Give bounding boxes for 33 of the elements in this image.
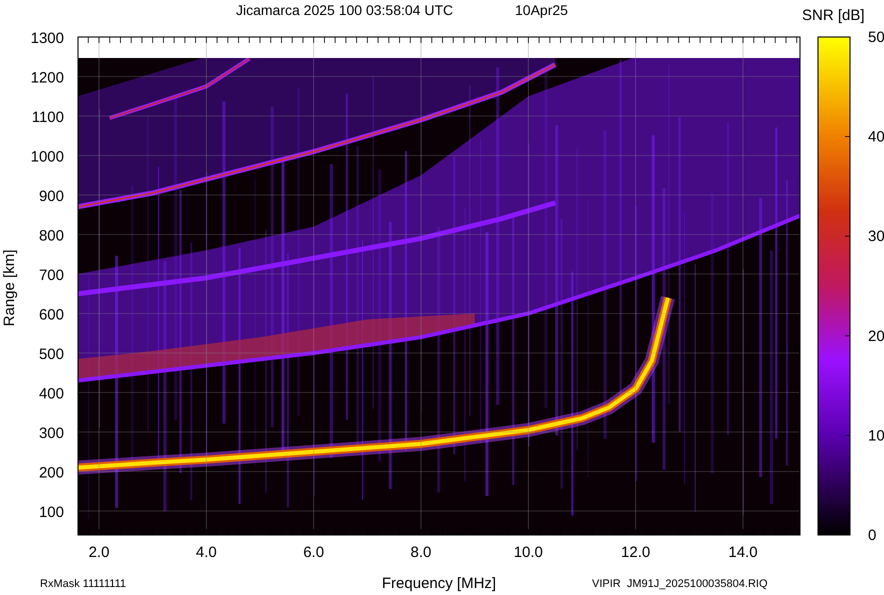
date-label: 10Apr25 [515, 2, 568, 18]
y-tick-label: 1100 [32, 109, 64, 126]
x-axis-label: Frequency [MHz] [382, 575, 496, 592]
colorbar-tick-label: 40 [868, 128, 884, 146]
y-axis-label: Range [km] [1, 250, 18, 326]
x-tick-label: 14.0 [728, 544, 758, 561]
x-tick-label: 12.0 [621, 544, 650, 561]
y-tick-label: 400 [38, 386, 64, 402]
y-tick-label: 800 [38, 228, 64, 244]
x-tick-label: 10.0 [514, 544, 543, 561]
y-tick-label: 300 [38, 425, 64, 442]
y-tick-label: 700 [38, 267, 64, 284]
y-tick-label: 600 [38, 306, 64, 324]
x-tick-label: 8.0 [410, 544, 432, 561]
y-tick-label: 1000 [30, 148, 64, 166]
plot-title: Jicamarca 2025 100 03:58:04 UTC [236, 2, 454, 18]
colorbar-tick-label: 20 [868, 328, 884, 345]
colorbar-tick-label: 10 [868, 427, 884, 444]
y-tick-label: 500 [38, 346, 64, 363]
y-tick-label: 1300 [30, 30, 64, 47]
colorbar-tick-label: 50 [868, 29, 884, 46]
x-tick-label: 6.0 [303, 544, 324, 561]
x-tick-label: 2.0 [88, 544, 110, 561]
colorbar-tick-label: 30 [868, 228, 884, 246]
rx-mask-label: RxMask 11111111 [40, 578, 126, 590]
y-tick-label: 100 [38, 504, 64, 521]
y-tick-label: 900 [38, 188, 64, 205]
y-tick-label: 200 [38, 464, 64, 482]
y-tick-label: 1200 [30, 70, 64, 86]
file-name-label: VIPIR JM91J_2025100035804.RIQ [592, 578, 768, 590]
colorbar-title: SNR [dB] [802, 7, 865, 24]
colorbar-tick-label: 0 [868, 527, 876, 544]
x-tick-label: 4.0 [196, 544, 217, 561]
